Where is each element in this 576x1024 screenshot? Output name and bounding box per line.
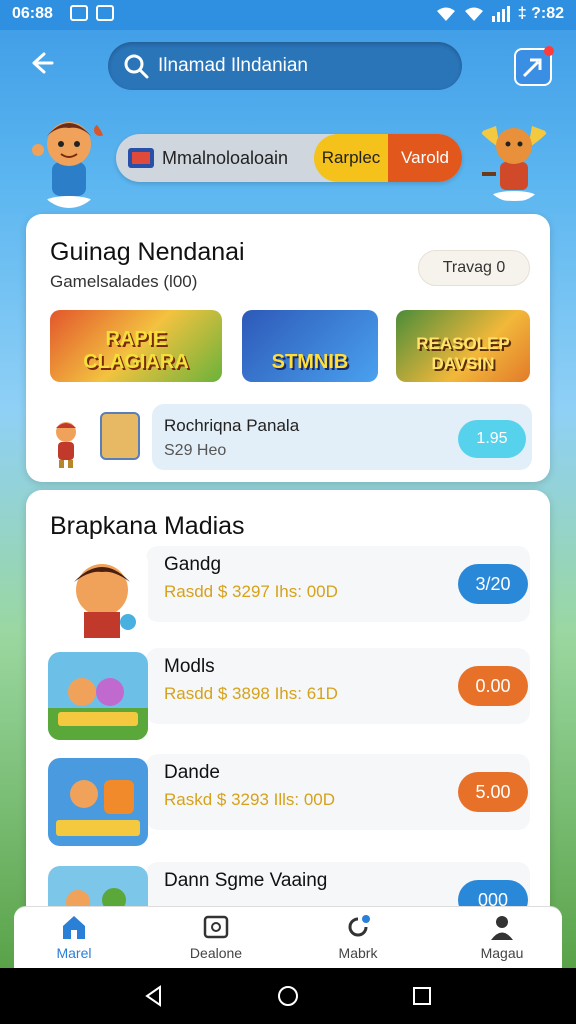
notification-icon <box>96 5 114 21</box>
featured-game-thumb[interactable]: REASOLEP DAVSIN <box>396 310 530 382</box>
share-button[interactable] <box>514 46 554 86</box>
promo-price: S29 Heo <box>164 442 227 459</box>
bottom-tab-bar: Marel Dealone Mabrk Magau <box>14 906 562 968</box>
recents-square-icon[interactable] <box>410 984 434 1008</box>
list-item-price-button[interactable]: 3/20 <box>458 564 528 604</box>
list-item[interactable]: Dande Raskd $ 3293 Ills: 00D 5.00 <box>26 754 550 854</box>
search-input[interactable]: Ilnamad Ilndanian <box>158 55 308 77</box>
banner-chip-varold[interactable]: Varold <box>388 134 462 182</box>
list-item-name: Gandg <box>164 554 222 575</box>
notification-dot <box>544 46 554 56</box>
featured-game-thumb[interactable]: STMNIB <box>242 310 378 382</box>
back-triangle-icon[interactable] <box>142 984 166 1008</box>
home-icon <box>63 916 85 939</box>
list-item-price-button[interactable]: 5.00 <box>458 772 528 812</box>
list-item-name: Dann Sgme Vaaing <box>164 870 328 891</box>
tab-label: Mabrk <box>338 945 378 961</box>
app-icon <box>100 412 140 460</box>
tab-label: Dealone <box>189 945 243 961</box>
status-right-text: ‡ ?:82 <box>517 5 564 22</box>
list-item-detail: Rasdd $ 3898 Ihs: 61D <box>164 684 338 703</box>
mascot-left-image <box>32 122 106 208</box>
status-time: 06:88 <box>12 5 53 22</box>
popular-card: Brapkana Madias Gandg Rasdd $ 3297 Ihs: … <box>26 490 550 930</box>
search-icon <box>124 54 149 79</box>
banner-chip-rarplec[interactable]: Rarplec <box>314 134 388 182</box>
status-right-group: ‡ ?:82 <box>436 5 564 23</box>
list-item[interactable]: Gandg Rasdd $ 3297 Ihs: 00D 3/20 <box>26 546 550 646</box>
list-item-detail: Rasdd $ 3297 Ihs: 00D <box>164 582 338 601</box>
game-icon <box>48 652 148 740</box>
game-icon <box>48 550 148 638</box>
popular-title: Brapkana Madias <box>50 512 245 540</box>
refresh-icon <box>348 915 370 937</box>
list-item-price-button[interactable]: 0.00 <box>458 666 528 706</box>
mascot-right-image <box>480 126 548 201</box>
game-thumb-title: RAPIE CLAGIARA <box>83 328 189 373</box>
system-nav-bar <box>0 968 576 1024</box>
gamepad-icon <box>203 915 229 939</box>
game-thumb-title: REASOLEP DAVSIN <box>416 334 510 373</box>
home-circle-icon[interactable] <box>276 984 300 1008</box>
list-item[interactable]: Modls Rasdd $ 3898 Ihs: 61D 0.00 <box>26 648 550 748</box>
featured-filter-pill[interactable]: Travag 0 <box>418 250 530 286</box>
banner-label: Mmalnoloaloain <box>162 148 289 168</box>
game-icon <box>48 758 148 846</box>
tab-dealone[interactable]: Dealone <box>156 913 276 967</box>
list-item-name: Dande <box>164 762 220 783</box>
tab-label: Magau <box>480 945 524 961</box>
game-thumb-title: STMNIB <box>271 351 349 373</box>
back-button[interactable] <box>26 48 62 84</box>
list-item-name: Modls <box>164 656 215 677</box>
featured-subtitle: Gamelsalades (l00) <box>50 272 198 291</box>
promo-row[interactable]: Rochriqna Panala S29 Heo 1.95 <box>152 404 532 470</box>
featured-title: Guinag Nendanai <box>50 238 245 266</box>
promo-price-button[interactable]: 1.95 <box>458 420 526 458</box>
arrow-left-icon <box>32 52 54 74</box>
signal-icon <box>491 6 510 22</box>
tab-mabrk[interactable]: Mabrk <box>298 913 418 967</box>
wifi-icon <box>436 7 455 21</box>
status-notification-icons <box>70 5 114 21</box>
status-bar: 06:88 ‡ ?:82 <box>0 0 576 30</box>
featured-game-thumb[interactable]: RAPIE CLAGIARA <box>50 310 222 382</box>
search-bar[interactable]: Ilnamad Ilndanian <box>108 42 462 90</box>
profile-icon <box>491 916 513 940</box>
promo-name: Rochriqna Panala <box>164 416 300 435</box>
tab-magau[interactable]: Magau <box>442 913 562 967</box>
list-item-detail: Raskd $ 3293 Ills: 00D <box>164 790 336 809</box>
tab-label: Marel <box>56 945 92 961</box>
character-icon <box>56 422 76 468</box>
flag-icon <box>128 148 154 168</box>
banner-chip-group: Rarplec Varold <box>314 134 462 182</box>
share-icon <box>522 58 542 78</box>
tab-home[interactable]: Marel <box>14 913 134 967</box>
wifi-icon <box>464 7 483 21</box>
notification-icon <box>70 5 88 21</box>
featured-card: Guinag Nendanai Gamelsalades (l00) Trava… <box>26 214 550 482</box>
